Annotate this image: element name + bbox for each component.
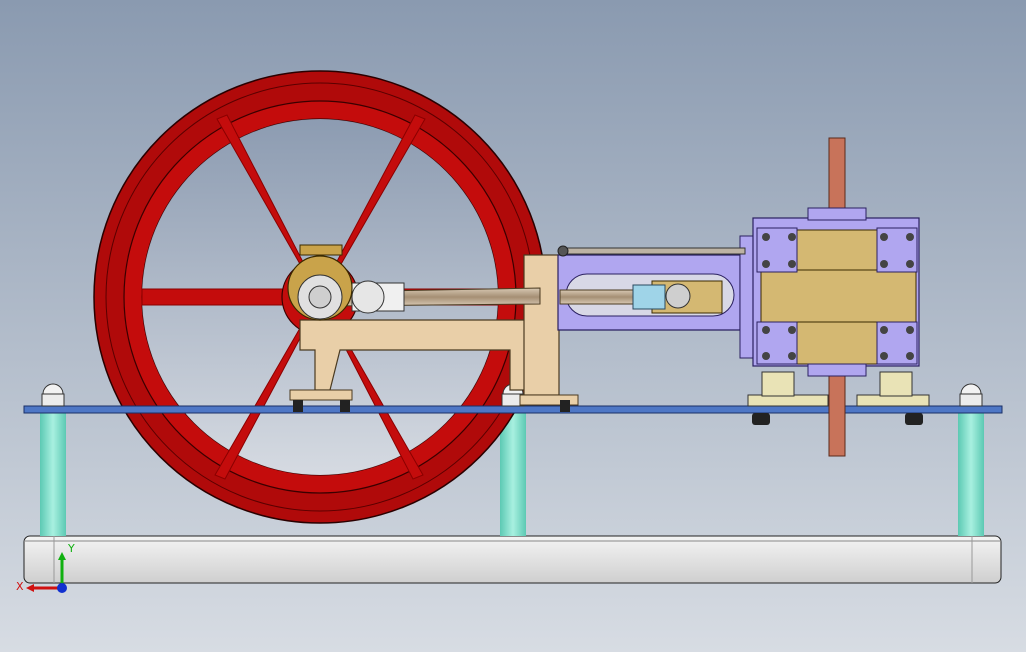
x-axis-label: X xyxy=(16,580,24,593)
valve-chest[interactable] xyxy=(752,207,920,377)
deck-plate[interactable] xyxy=(23,405,1003,414)
cad-viewport[interactable]: X Y xyxy=(0,0,1026,652)
y-axis-label: Y xyxy=(67,542,75,555)
base-plate[interactable] xyxy=(23,535,1002,584)
steam-engine-model[interactable]: X Y xyxy=(0,0,1026,652)
z-axis-dot xyxy=(57,583,67,593)
valve-rod[interactable] xyxy=(557,245,746,257)
